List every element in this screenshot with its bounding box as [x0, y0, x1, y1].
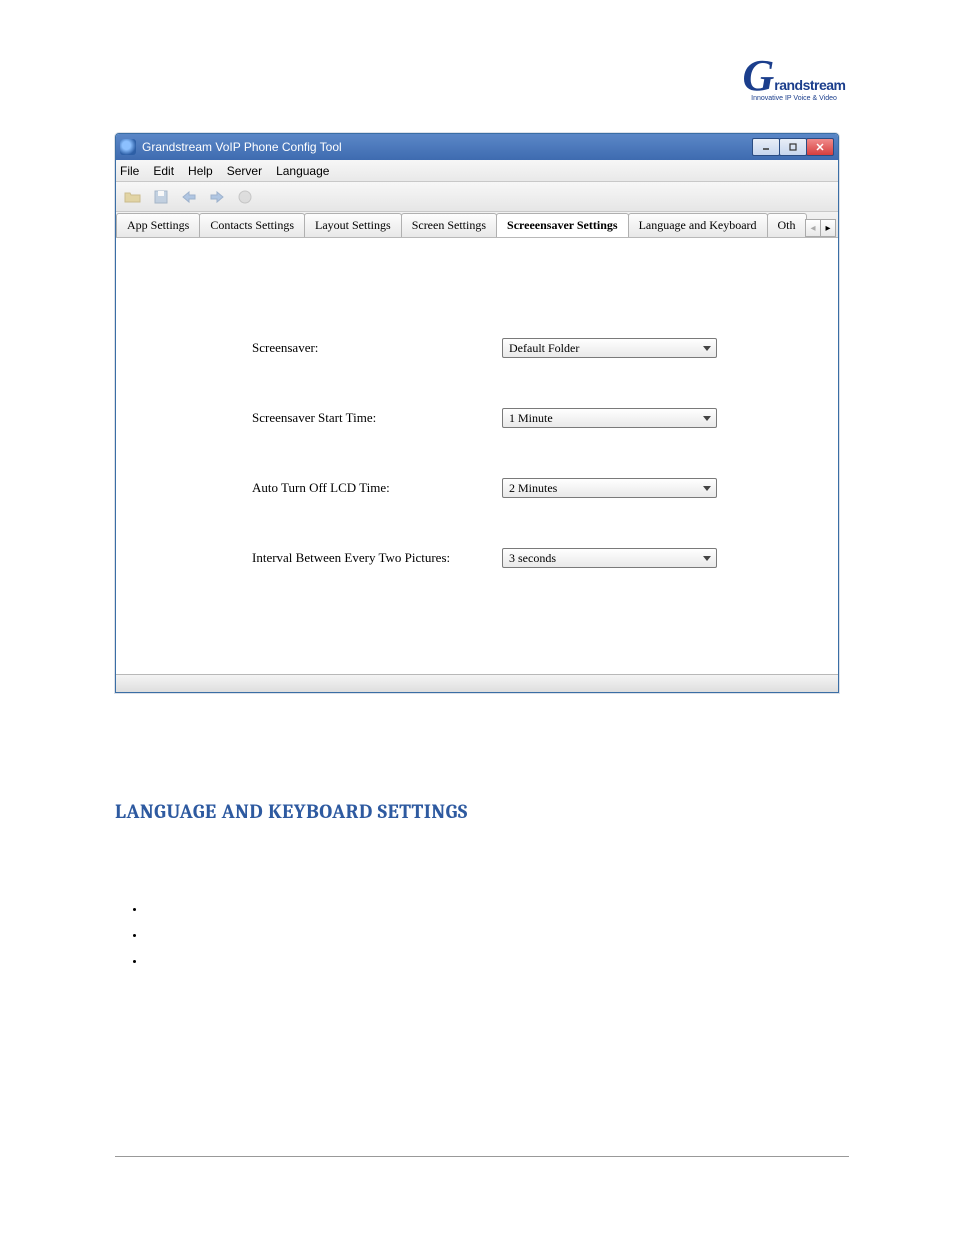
label-lcd-off: Auto Turn Off LCD Time: [252, 480, 502, 496]
tab-content: Screensaver: Default Folder Screensaver … [116, 238, 838, 674]
label-start-time: Screensaver Start Time: [252, 410, 502, 426]
field-row-screensaver: Screensaver: Default Folder [252, 338, 728, 358]
footer-rule [115, 1156, 849, 1157]
app-icon [120, 139, 136, 155]
section-heading: LANGUAGE AND KEYBOARD SETTINGS [115, 800, 468, 823]
back-icon[interactable] [178, 186, 200, 208]
field-row-start-time: Screensaver Start Time: 1 Minute [252, 408, 728, 428]
combo-lcd-off[interactable]: 2 Minutes [502, 478, 717, 498]
close-button[interactable] [806, 138, 834, 156]
tab-contacts-settings[interactable]: Contacts Settings [199, 213, 305, 237]
field-row-lcd-off: Auto Turn Off LCD Time: 2 Minutes [252, 478, 728, 498]
tab-other[interactable]: Oth [767, 213, 807, 237]
menu-server[interactable]: Server [227, 164, 262, 178]
tab-scroll-right-icon[interactable]: ▸ [820, 219, 836, 237]
combo-interval-value: 3 seconds [509, 551, 556, 566]
logo-wordmark: randstream [774, 77, 845, 93]
menubar[interactable]: File Edit Help Server Language [116, 160, 838, 182]
combo-interval[interactable]: 3 seconds [502, 548, 717, 568]
menu-language[interactable]: Language [276, 164, 329, 178]
tab-scroll-left-icon[interactable]: ◂ [805, 219, 821, 237]
combo-start-time-value: 1 Minute [509, 411, 553, 426]
brand-logo: G randstream Innovative IP Voice & Video [739, 58, 849, 114]
tab-language-keyboard[interactable]: Language and Keyboard [628, 213, 768, 237]
tab-screensaver-settings[interactable]: Screeensaver Settings [496, 213, 629, 238]
stop-refresh-icon[interactable] [234, 186, 256, 208]
combo-screensaver[interactable]: Default Folder [502, 338, 717, 358]
tab-app-settings[interactable]: App Settings [116, 213, 200, 237]
open-icon[interactable] [122, 186, 144, 208]
label-screensaver: Screensaver: [252, 340, 502, 356]
logo-glyph: G [742, 58, 774, 93]
combo-lcd-off-value: 2 Minutes [509, 481, 557, 496]
combo-screensaver-value: Default Folder [509, 341, 579, 356]
menu-help[interactable]: Help [188, 164, 213, 178]
tab-screen-settings[interactable]: Screen Settings [401, 213, 497, 237]
tab-layout-settings[interactable]: Layout Settings [304, 213, 402, 237]
statusbar [116, 674, 838, 692]
combo-start-time[interactable]: 1 Minute [502, 408, 717, 428]
menu-edit[interactable]: Edit [153, 164, 174, 178]
app-window: Grandstream VoIP Phone Config Tool File … [115, 133, 839, 693]
menu-file[interactable]: File [120, 164, 139, 178]
forward-icon[interactable] [206, 186, 228, 208]
window-title: Grandstream VoIP Phone Config Tool [142, 140, 342, 154]
field-row-interval: Interval Between Every Two Pictures: 3 s… [252, 548, 728, 568]
logo-tagline: Innovative IP Voice & Video [751, 95, 837, 102]
titlebar[interactable]: Grandstream VoIP Phone Config Tool [116, 134, 838, 160]
toolbar [116, 182, 838, 212]
label-interval: Interval Between Every Two Pictures: [252, 550, 502, 566]
maximize-button[interactable] [779, 138, 807, 156]
tab-strip: App Settings Contacts Settings Layout Se… [116, 212, 838, 238]
save-icon[interactable] [150, 186, 172, 208]
minimize-button[interactable] [752, 138, 780, 156]
